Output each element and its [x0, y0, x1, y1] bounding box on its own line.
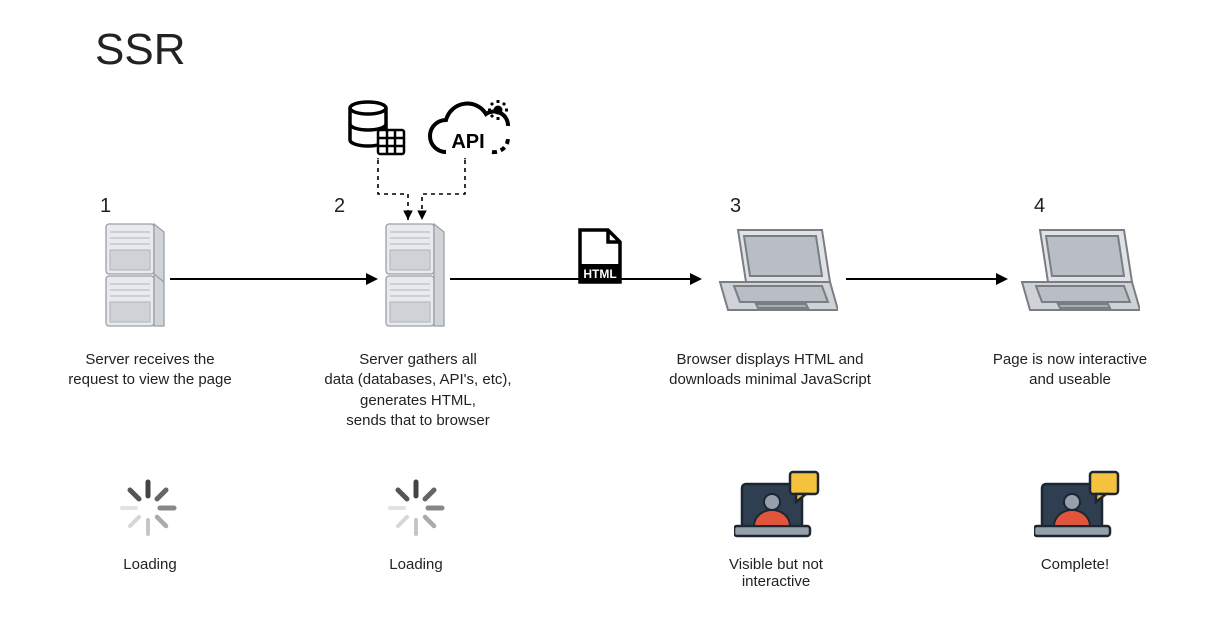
step-2-desc: Server gathers alldata (databases, API's… [300, 350, 536, 431]
step-1-number: 1 [100, 195, 111, 218]
user-laptop-icon-1 [734, 470, 820, 544]
server-icon-1 [104, 222, 166, 332]
server-icon-2 [384, 222, 446, 332]
step-1-desc: Server receives therequest to view the p… [50, 350, 250, 391]
laptop-icon-1 [710, 224, 838, 320]
database-icon [346, 100, 406, 158]
diagram-title: SSR [95, 25, 185, 75]
spinner-icon-1 [118, 478, 178, 538]
arrow-1-2 [170, 278, 376, 280]
api-text: API [451, 131, 484, 153]
arrow-2-3 [450, 278, 700, 280]
api-cloud-icon: API [426, 98, 516, 164]
step-3-desc: Browser displays HTML anddownloads minim… [650, 350, 890, 391]
step-3-status: Visible but notinteractive [696, 556, 856, 590]
laptop-icon-2 [1012, 224, 1140, 320]
step-4-number: 4 [1034, 195, 1045, 218]
step-4-desc: Page is now interactiveand useable [960, 350, 1180, 391]
step-3-number: 3 [730, 195, 741, 218]
user-laptop-icon-2 [1034, 470, 1120, 544]
spinner-icon-2 [386, 478, 446, 538]
ssr-diagram: SSR [0, 0, 1211, 633]
dashed-connectors [360, 158, 520, 228]
arrow-3-4 [846, 278, 1006, 280]
step-4-status: Complete! [1010, 556, 1140, 573]
step-2-number: 2 [334, 195, 345, 218]
step-1-status: Loading [100, 556, 200, 573]
step-2-status: Loading [366, 556, 466, 573]
